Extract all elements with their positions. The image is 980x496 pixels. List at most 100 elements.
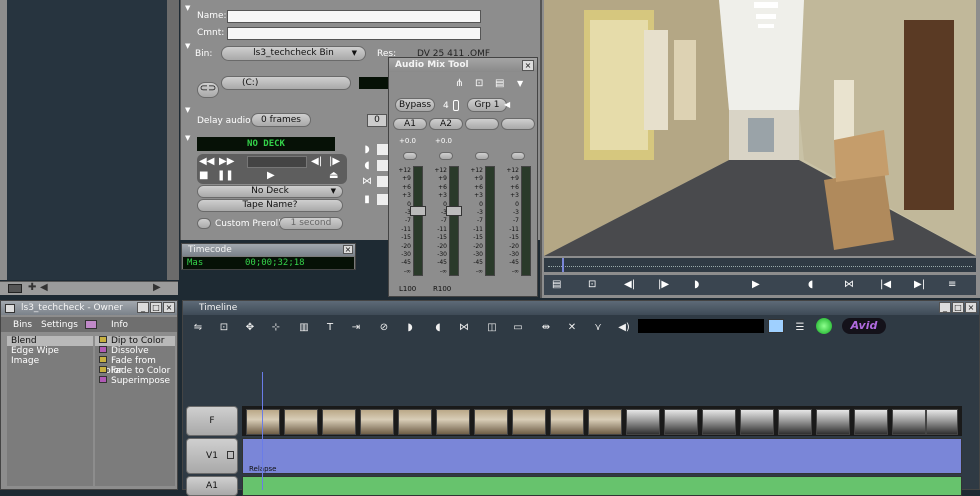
video-clip[interactable]: Relapse (242, 438, 962, 474)
lift-icon[interactable]: ▥ (294, 320, 314, 336)
stop-icon[interactable]: ■ (199, 168, 208, 184)
mark-in-icon[interactable]: ◗ (359, 142, 375, 158)
maximize-icon[interactable]: □ (150, 302, 162, 313)
minimize-icon[interactable]: _ (939, 302, 951, 313)
category-item[interactable]: Image (7, 356, 93, 366)
menu-icon[interactable] (8, 284, 22, 293)
track-header-v1[interactable]: V1 (186, 438, 238, 474)
go-to-in-icon[interactable]: |◀ (880, 277, 891, 293)
play-icon[interactable]: ▶ (752, 277, 760, 293)
channel-count-stepper[interactable] (453, 100, 459, 111)
clip-source-icon[interactable]: ⊡ (588, 277, 596, 293)
tab-bins[interactable]: Bins (13, 320, 32, 330)
group-arrow-icon[interactable]: ◀ (504, 100, 510, 109)
deck-select[interactable]: No Deck ▼ (197, 185, 343, 198)
tab-info[interactable]: Info (111, 320, 128, 330)
trim-icon[interactable]: ⇹ (536, 320, 556, 336)
collapse-icon[interactable]: ▼ (185, 134, 190, 142)
track-header-filmstrip[interactable]: F (186, 406, 238, 436)
category-item[interactable]: Edge Wipe (7, 346, 93, 356)
close-icon[interactable]: × (965, 302, 977, 313)
track-header-a1[interactable]: A1 (186, 476, 238, 496)
clear-marks-icon[interactable]: ⋈ (359, 174, 375, 190)
overwrite-icon[interactable]: ⊹ (266, 320, 286, 336)
monitor-position-bar[interactable] (544, 258, 976, 272)
tab-effects-icon[interactable] (85, 320, 97, 329)
step-back-icon[interactable]: ◀| (311, 154, 322, 170)
audio-menu-icon[interactable]: ▼ (517, 76, 523, 92)
arrow-icon[interactable]: ◀ (40, 282, 48, 293)
bin-select[interactable]: ls3_techcheck Bin ▼ (221, 46, 366, 61)
fader-handle[interactable] (410, 206, 426, 216)
play-icon[interactable]: ▶ (267, 168, 275, 184)
bypass-button[interactable]: Bypass (395, 98, 435, 112)
minimize-icon[interactable]: _ (137, 302, 149, 313)
pan-knob[interactable] (439, 152, 453, 160)
left-panel-scrollbar[interactable] (167, 0, 179, 280)
step-back-icon[interactable]: ◀| (624, 277, 635, 293)
audio-group-icon[interactable]: ▤ (495, 76, 504, 92)
audio-clip[interactable] (242, 476, 962, 496)
channel-label[interactable]: A1 (393, 118, 427, 130)
link-button[interactable]: ⊂⊃ (197, 82, 219, 98)
close-icon[interactable]: × (343, 245, 353, 254)
mark-out-icon[interactable]: ◖ (359, 158, 375, 174)
channel-label[interactable]: A2 (429, 118, 463, 130)
splice-icon[interactable]: ✥ (240, 320, 260, 336)
delay-audio-select[interactable]: 0 frames (251, 113, 311, 127)
title-tool-icon[interactable]: T (320, 320, 340, 336)
group-select[interactable]: Grp 1 (467, 98, 507, 112)
effect-item[interactable]: Superimpose (95, 376, 175, 386)
clear-marks-icon[interactable]: ⋈ (454, 320, 474, 336)
timeline-position-indicator[interactable] (262, 372, 263, 490)
effect-item[interactable]: Dip to Color (95, 336, 175, 346)
pause-icon[interactable]: ❚❚ (217, 168, 234, 184)
preroll-select[interactable]: 1 second (279, 217, 343, 230)
pan-knob[interactable] (475, 152, 489, 160)
name-input[interactable] (227, 10, 481, 23)
effect-item[interactable]: Fade to Color (95, 366, 175, 376)
collapse-icon[interactable]: ▼ (185, 4, 190, 12)
close-icon[interactable]: × (163, 302, 175, 313)
maximize-icon[interactable]: □ (952, 302, 964, 313)
custom-preroll-checkbox[interactable] (197, 218, 211, 229)
timeline-settings-icon[interactable]: ⇋ (188, 320, 208, 336)
clear-marks-icon[interactable]: ⋈ (844, 277, 854, 293)
collapse-icon[interactable]: ▼ (185, 42, 190, 50)
segment-icon[interactable]: ▭ (508, 320, 528, 336)
effect-mode-icon[interactable]: ⋎ (588, 320, 608, 336)
position-indicator[interactable] (562, 258, 564, 272)
track-lock-icon[interactable] (227, 451, 234, 459)
mark-in-icon[interactable]: ◗ (400, 320, 420, 336)
fader-handle[interactable] (446, 206, 462, 216)
step-forward-icon[interactable]: |▶ (658, 277, 669, 293)
add-icon[interactable]: ✚ (28, 282, 36, 293)
audio-mode-icon[interactable]: ⋔ (455, 76, 463, 92)
monitor-options-icon[interactable]: ≡ (948, 277, 956, 293)
jog-slider[interactable] (247, 156, 307, 168)
close-icon[interactable]: × (522, 60, 534, 71)
collapse-icon[interactable]: ▼ (185, 106, 190, 114)
monitor-menu-icon[interactable]: ▤ (552, 277, 561, 293)
tab-settings[interactable]: Settings (41, 320, 78, 330)
audio-monitor-icon[interactable]: ⊡ (475, 76, 483, 92)
mark-out-icon[interactable]: ◖ (428, 320, 448, 336)
go-to-out-icon[interactable]: ▶| (914, 277, 925, 293)
render-icon[interactable]: ⇥ (346, 320, 366, 336)
channel-label[interactable] (465, 118, 499, 130)
pan-knob[interactable] (403, 152, 417, 160)
pan-knob[interactable] (511, 152, 525, 160)
comment-input[interactable] (227, 27, 481, 40)
scroll-right-icon[interactable]: ▶ (153, 282, 161, 293)
target-drive-select[interactable]: (C:) (221, 76, 351, 90)
effect-item[interactable]: Dissolve (95, 346, 175, 356)
delete-icon[interactable]: ✕ (562, 320, 582, 336)
channel-label[interactable] (501, 118, 535, 130)
source-monitor-icon[interactable]: ⊡ (214, 320, 234, 336)
category-item[interactable]: Blend (7, 336, 93, 346)
timeline-menu-icon[interactable]: ☰ (790, 320, 810, 336)
timeline-view-icon[interactable] (768, 319, 784, 333)
record-icon[interactable]: ▮ (359, 192, 375, 208)
split-icon[interactable]: ◫ (482, 320, 502, 336)
tape-name-button[interactable]: Tape Name? (197, 199, 343, 212)
